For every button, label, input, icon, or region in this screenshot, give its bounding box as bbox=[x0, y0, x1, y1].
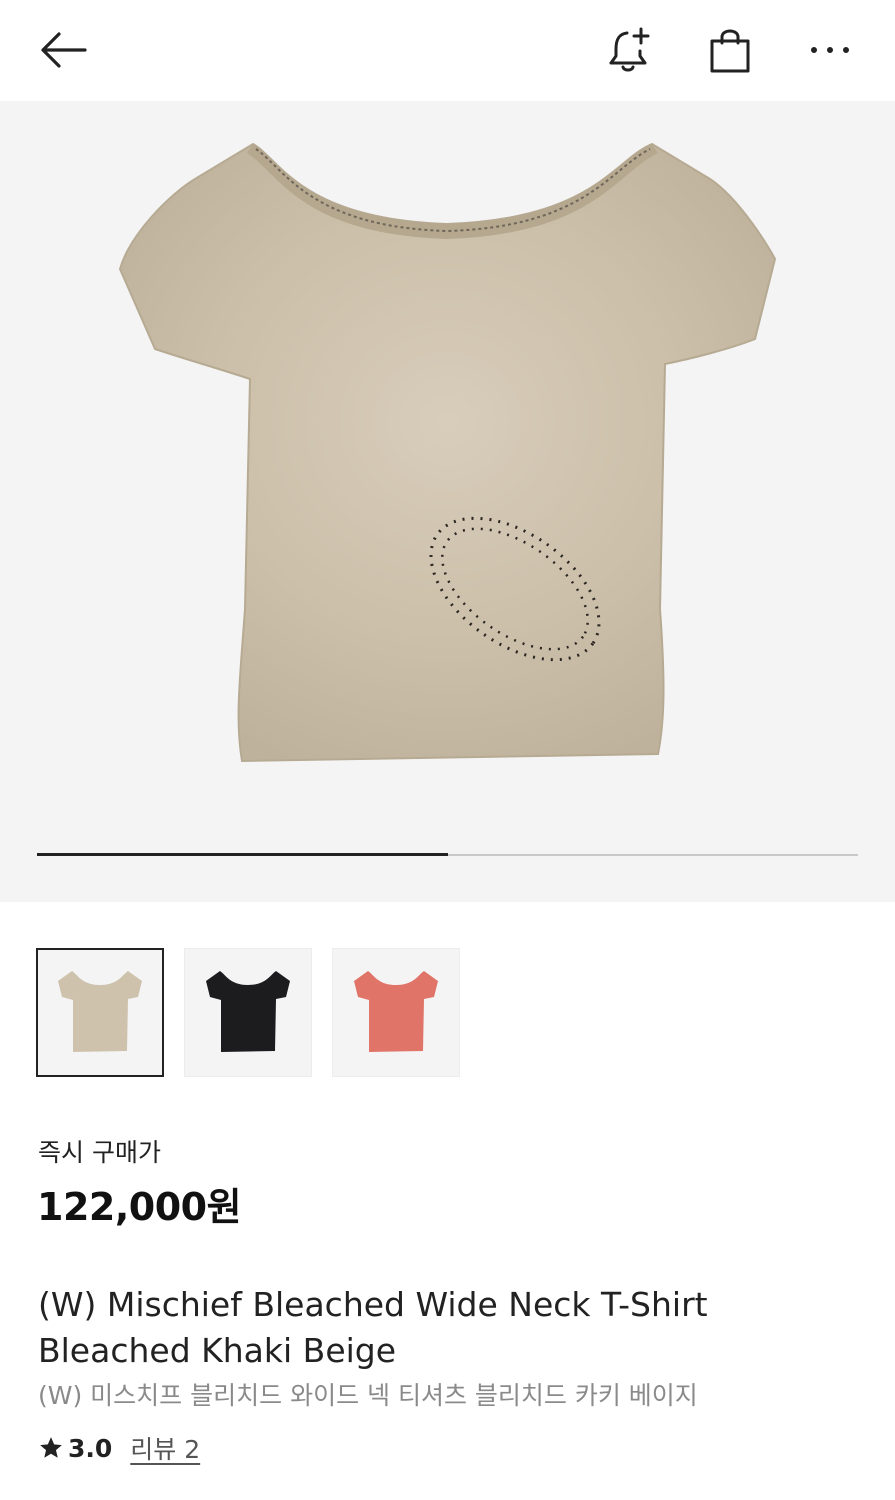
thumbnail-3[interactable] bbox=[332, 948, 460, 1077]
thumbnail-2[interactable] bbox=[184, 948, 312, 1077]
gallery-progress-fill bbox=[37, 853, 448, 856]
top-bar bbox=[0, 0, 895, 101]
thumbnail-shirt-image bbox=[206, 970, 290, 1052]
rating-score: 3.0 bbox=[68, 1433, 113, 1463]
product-title: (W) Mischief Bleached Wide Neck T-Shirt … bbox=[38, 1285, 708, 1370]
thumbnail-1[interactable] bbox=[36, 948, 164, 1077]
price-label: 즉시 구매가 bbox=[38, 1138, 161, 1167]
star-icon bbox=[40, 1437, 62, 1458]
price-value: 122,000원 bbox=[37, 1185, 242, 1229]
thumbnail-shirt-image bbox=[354, 970, 438, 1052]
arrow-left-icon bbox=[41, 32, 87, 68]
shopping-bag-icon bbox=[710, 29, 750, 73]
product-subtitle: (W) 미스치프 블리치드 와이드 넥 티셔츠 블리치드 카키 베이지 bbox=[38, 1381, 698, 1410]
back-button[interactable] bbox=[30, 22, 94, 78]
review-link[interactable]: 리뷰 2 bbox=[130, 1430, 200, 1466]
gallery-progress-track bbox=[37, 853, 858, 856]
product-image bbox=[118, 142, 777, 763]
cart-button[interactable] bbox=[698, 22, 762, 78]
thumbnail-list bbox=[36, 948, 460, 1077]
bell-plus-icon bbox=[609, 27, 650, 72]
more-button[interactable] bbox=[798, 22, 862, 78]
rating-row: 3.0 리뷰 2 bbox=[38, 1430, 200, 1466]
more-horizontal-icon bbox=[811, 47, 849, 53]
product-image-gallery[interactable] bbox=[0, 101, 895, 902]
thumbnail-shirt-image bbox=[58, 970, 142, 1052]
notify-button[interactable] bbox=[598, 22, 662, 78]
